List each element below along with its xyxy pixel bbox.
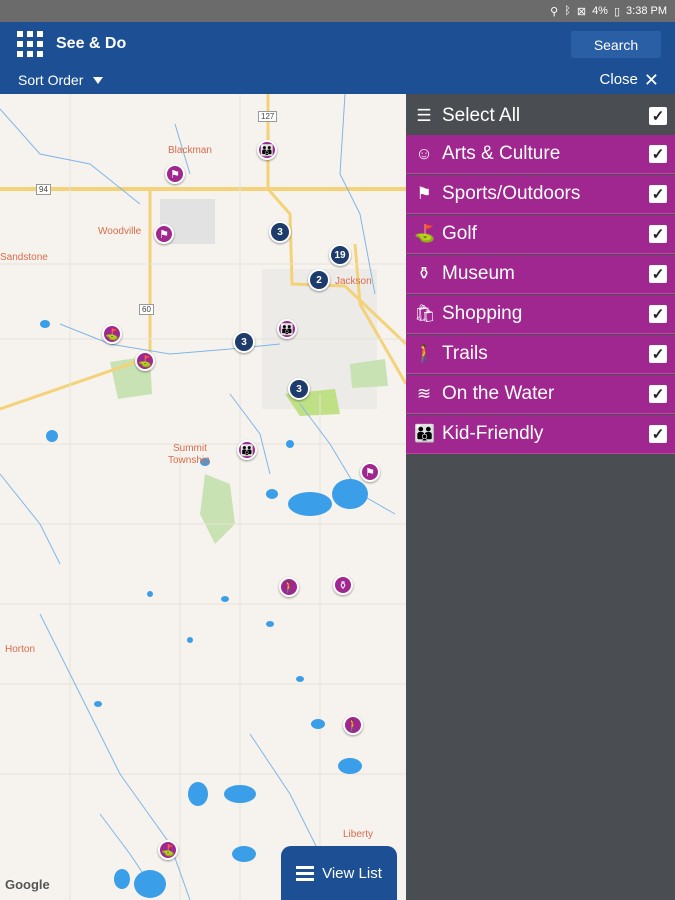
select-all-row[interactable]: ☰ Select All ✓	[406, 96, 675, 135]
select-all-label: Select All	[442, 104, 521, 126]
category-row-museum[interactable]: ⚱ Museum ✓	[406, 255, 675, 294]
list-icon	[296, 865, 315, 881]
category-row-trails[interactable]: 🚶 Trails ✓	[406, 335, 675, 374]
clock: 3:38 PM	[626, 5, 667, 17]
category-row-kid-friendly[interactable]: 👪 Kid-Friendly ✓	[406, 415, 675, 454]
kid-friendly-marker[interactable]: 👪	[237, 440, 257, 460]
place-label: Township	[168, 455, 210, 466]
place-label: Sandstone	[0, 252, 48, 263]
masks-icon: ☺	[415, 144, 433, 163]
map-view[interactable]: 127 94 60 Blackman Woodville Sandstone J…	[0, 94, 406, 900]
museum-icon: ⚱	[416, 264, 432, 283]
sort-order-label: Sort Order	[18, 72, 84, 88]
park-area	[350, 359, 388, 388]
place-label: Liberty	[343, 829, 374, 840]
battery-icon: ▯	[613, 5, 621, 18]
app-grid-menu-icon[interactable]	[17, 31, 43, 57]
search-button[interactable]: Search	[571, 31, 661, 58]
category-label: Museum	[442, 263, 515, 284]
app-bar: See & Do Search	[0, 22, 675, 66]
family-icon: 👪	[414, 424, 436, 443]
shopping-bag-icon: 🛍	[414, 304, 436, 323]
marker-cluster[interactable]: 3	[269, 221, 291, 243]
category-checkbox[interactable]: ✓	[649, 185, 667, 203]
kid-friendly-marker[interactable]: 👪	[277, 319, 297, 339]
place-label: Horton	[5, 644, 36, 655]
bluetooth-icon: ᛒ	[564, 5, 571, 17]
category-row-arts-culture[interactable]: ☺ Arts & Culture ✓	[406, 135, 675, 174]
place-label: Jackson	[335, 276, 372, 287]
sub-toolbar: Sort Order Close ✕	[0, 66, 675, 94]
interstate-shield: 94	[36, 184, 51, 195]
trails-marker[interactable]: 🚶	[343, 715, 363, 735]
sports-marker[interactable]: ⚑	[165, 164, 185, 184]
category-checkbox[interactable]: ✓	[649, 385, 667, 403]
golf-marker[interactable]: ⛳	[158, 840, 178, 860]
place-label: Summit	[173, 443, 207, 454]
marker-cluster[interactable]: 3	[288, 378, 310, 400]
view-list-label: View List	[322, 864, 382, 882]
category-label: Sports/Outdoors	[442, 183, 581, 204]
sports-marker[interactable]: ⚑	[154, 224, 174, 244]
category-row-on-the-water[interactable]: ≋ On the Water ✓	[406, 375, 675, 414]
close-label: Close	[599, 71, 638, 88]
category-checkbox[interactable]: ✓	[649, 425, 667, 443]
category-row-sports-outdoors[interactable]: ⚑ Sports/Outdoors ✓	[406, 175, 675, 214]
checklist-icon: ☰	[416, 105, 432, 125]
sports-icon: ⚑	[416, 184, 432, 203]
category-checkbox[interactable]: ✓	[649, 225, 667, 243]
google-logo: Google	[5, 877, 50, 892]
marker-cluster[interactable]: 2	[308, 269, 330, 291]
hiker-icon: 🚶	[414, 344, 436, 363]
location-icon: ⚲	[550, 5, 559, 18]
page-title: See & Do	[56, 35, 127, 52]
sort-order-dropdown[interactable]: Sort Order	[18, 72, 104, 88]
close-icon: ✕	[643, 69, 659, 90]
place-label: Woodville	[98, 226, 142, 237]
golf-icon: ⛳	[414, 224, 436, 243]
category-label: Trails	[442, 343, 488, 364]
route-shield: 60	[139, 304, 154, 315]
category-filter-panel: ☰ Select All ✓ ☺ Arts & Culture ✓ ⚑ Spor…	[406, 94, 675, 900]
category-checkbox[interactable]: ✓	[649, 265, 667, 283]
museum-marker[interactable]: ⚱	[333, 575, 353, 595]
place-label: Blackman	[168, 145, 212, 156]
category-row-golf[interactable]: ⛳ Golf ✓	[406, 215, 675, 254]
category-label: Shopping	[442, 303, 523, 324]
category-checkbox[interactable]: ✓	[649, 145, 667, 163]
category-checkbox[interactable]: ✓	[649, 305, 667, 323]
category-label: On the Water	[442, 383, 555, 404]
category-label: Golf	[442, 223, 477, 244]
category-row-shopping[interactable]: 🛍 Shopping ✓	[406, 295, 675, 334]
select-all-checkbox[interactable]: ✓	[649, 106, 667, 125]
marker-cluster[interactable]: 3	[233, 331, 255, 353]
park-area	[200, 474, 235, 544]
dropdown-triangle-icon	[93, 76, 104, 84]
kid-friendly-marker[interactable]: 👪	[257, 140, 277, 160]
battery-percent: 4%	[592, 5, 608, 17]
no-signal-icon: ⊠	[576, 5, 587, 18]
golf-marker[interactable]: ⛳	[135, 351, 155, 371]
sports-marker[interactable]: ⚑	[360, 462, 380, 482]
golf-marker[interactable]: ⛳	[102, 324, 122, 344]
map-base	[0, 94, 406, 900]
category-label: Kid-Friendly	[442, 423, 544, 444]
water-icon: ≋	[416, 384, 432, 403]
marker-cluster[interactable]: 19	[329, 244, 351, 266]
trails-marker[interactable]: 🚶	[279, 577, 299, 597]
status-bar: ⚲ ᛒ ⊠ 4% ▯ 3:38 PM	[0, 0, 675, 22]
close-button[interactable]: Close ✕	[599, 69, 659, 90]
route-shield: 127	[258, 111, 278, 122]
view-list-button[interactable]: View List	[281, 846, 397, 900]
category-label: Arts & Culture	[442, 143, 561, 164]
category-checkbox[interactable]: ✓	[649, 345, 667, 363]
